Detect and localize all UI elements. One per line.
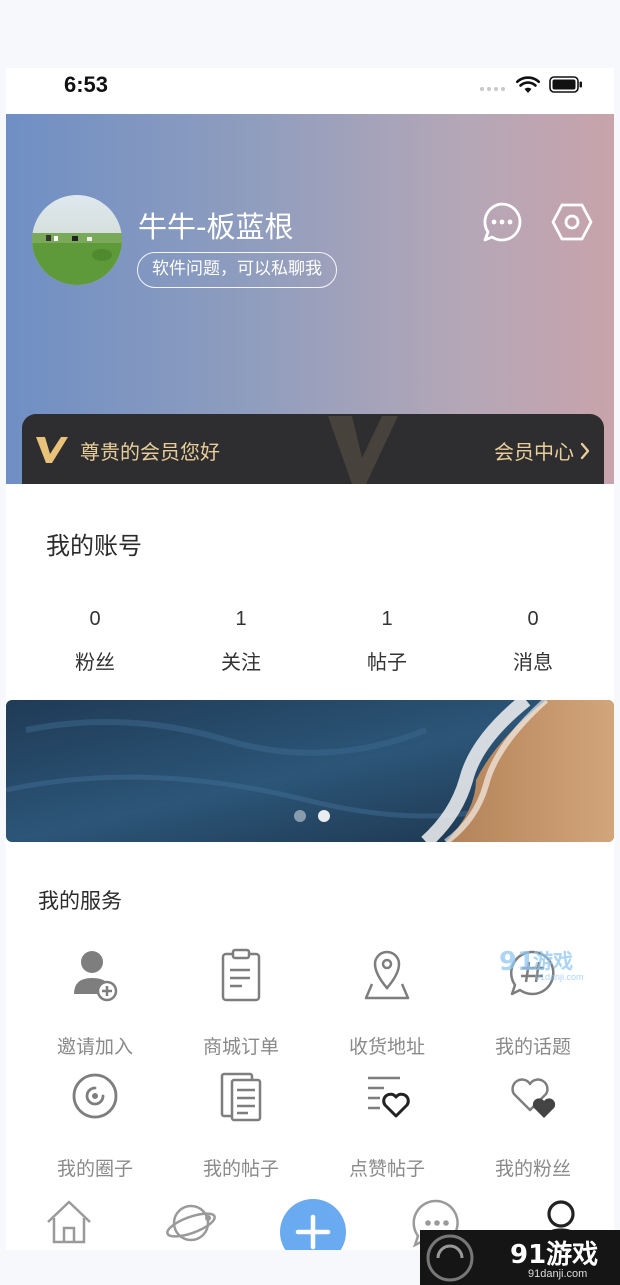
service-label: 我的帖子 bbox=[202, 1158, 279, 1180]
vip-watermark-icon bbox=[328, 416, 398, 484]
status-bar: 6:53 bbox=[6, 68, 614, 114]
svg-text:91: 91 bbox=[499, 947, 535, 977]
watermark-logo-icon: 91 游戏 91danji.com bbox=[499, 947, 584, 982]
stat-value: 0 bbox=[89, 608, 101, 630]
post-plus-button[interactable] bbox=[280, 1199, 346, 1250]
add-user-icon bbox=[74, 951, 118, 1002]
service-label: 点赞帖子 bbox=[348, 1158, 425, 1180]
battery-icon bbox=[549, 76, 582, 93]
watermark-badge: 91游戏 91danji.com bbox=[420, 1230, 620, 1285]
profile-header: 牛牛-板蓝根 软件问题，可以私聊我 尊贵的会员您好 会员中心 bbox=[6, 114, 614, 484]
stat-following[interactable]: 1 关注 bbox=[168, 608, 314, 675]
service-orders[interactable]: 商城订单 bbox=[168, 948, 314, 1068]
service-label: 商城订单 bbox=[202, 1036, 279, 1058]
circle-icon bbox=[72, 1073, 118, 1119]
svg-text:游戏: 游戏 bbox=[533, 949, 573, 973]
vip-v-icon bbox=[36, 437, 68, 463]
service-posts[interactable]: 我的帖子 bbox=[168, 1070, 314, 1190]
stat-label: 粉丝 bbox=[75, 650, 115, 674]
carousel-dot-active[interactable] bbox=[318, 810, 330, 822]
service-label: 我的圈子 bbox=[56, 1158, 133, 1180]
vip-greeting: 尊贵的会员您好 bbox=[80, 440, 220, 464]
signal-icon bbox=[480, 87, 508, 91]
plus-icon bbox=[295, 1214, 331, 1250]
clipboard-icon bbox=[221, 948, 261, 1002]
banner-carousel[interactable] bbox=[6, 700, 614, 842]
watermark-sub: 91danji.com bbox=[528, 1268, 588, 1280]
service-label: 我的粉丝 bbox=[494, 1158, 571, 1180]
stat-value: 0 bbox=[527, 608, 539, 630]
hearts-icon bbox=[511, 1078, 556, 1118]
account-title: 我的账号 bbox=[46, 532, 142, 560]
service-label: 我的话题 bbox=[494, 1036, 571, 1058]
service-liked-posts[interactable]: 点赞帖子 bbox=[314, 1070, 460, 1190]
vip-center-link[interactable]: 会员中心 bbox=[494, 436, 590, 465]
phone-screen: 6:53 牛牛-板蓝根 软件问题，可以私聊我 尊贵的会员您好 会员中心 我的账号… bbox=[6, 68, 614, 1250]
service-label: 邀请加入 bbox=[56, 1036, 133, 1058]
list-heart-icon bbox=[368, 1076, 410, 1118]
vip-banner[interactable]: 尊贵的会员您好 会员中心 bbox=[22, 414, 604, 484]
avatar[interactable] bbox=[32, 195, 122, 285]
stat-label: 帖子 bbox=[367, 650, 407, 674]
service-invite[interactable]: 邀请加入 bbox=[22, 948, 168, 1068]
location-pin-icon bbox=[364, 950, 410, 1000]
account-stats: 0 粉丝 1 关注 1 帖子 0 消息 bbox=[6, 608, 614, 675]
documents-icon bbox=[220, 1072, 262, 1122]
message-bubble-icon[interactable] bbox=[481, 201, 523, 243]
stat-value: 1 bbox=[235, 608, 247, 630]
home-icon[interactable] bbox=[42, 1196, 96, 1250]
settings-hexagon-icon[interactable] bbox=[551, 201, 593, 243]
stat-label: 消息 bbox=[513, 650, 553, 674]
service-circles[interactable]: 我的圈子 bbox=[22, 1070, 168, 1190]
carousel-dot[interactable] bbox=[294, 810, 306, 822]
stat-fans[interactable]: 0 粉丝 bbox=[22, 608, 168, 675]
stat-label: 关注 bbox=[221, 650, 261, 674]
carousel-dots bbox=[294, 810, 330, 822]
status-time: 6:53 bbox=[64, 72, 109, 97]
planet-icon[interactable] bbox=[164, 1196, 218, 1250]
svg-text:91danji.com: 91danji.com bbox=[535, 972, 584, 982]
wifi-icon bbox=[516, 76, 540, 93]
bio-badge: 软件问题，可以私聊我 bbox=[137, 252, 337, 288]
chevron-right-icon bbox=[580, 442, 590, 459]
service-label: 收货地址 bbox=[348, 1036, 425, 1058]
services-title: 我的服务 bbox=[38, 889, 122, 913]
stat-messages[interactable]: 0 消息 bbox=[460, 608, 606, 675]
stat-value: 1 bbox=[381, 608, 393, 630]
username: 牛牛-板蓝根 bbox=[138, 210, 294, 244]
watermark-text: 91游戏 bbox=[510, 1240, 599, 1270]
avatar-image bbox=[32, 195, 122, 285]
stat-posts[interactable]: 1 帖子 bbox=[314, 608, 460, 675]
service-address[interactable]: 收货地址 bbox=[314, 948, 460, 1068]
service-fans[interactable]: 我的粉丝 bbox=[460, 1070, 606, 1190]
vip-center-label: 会员中心 bbox=[494, 440, 574, 464]
watermark-swirl-icon bbox=[426, 1234, 474, 1282]
